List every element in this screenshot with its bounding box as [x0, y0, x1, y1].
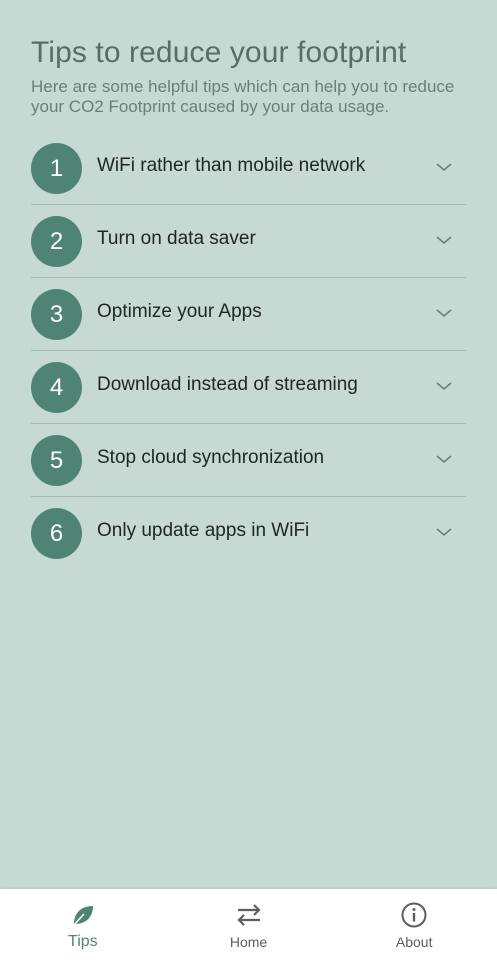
tip-label: Turn on data saver	[97, 228, 256, 249]
tip-item-6[interactable]: 6 Only update apps in WiFi	[31, 497, 466, 569]
tip-label: Only update apps in WiFi	[97, 520, 310, 541]
tip-number-badge: 3	[31, 289, 82, 340]
nav-item-home[interactable]: Home	[166, 889, 332, 960]
tip-item-5[interactable]: 5 Stop cloud synchronization	[31, 424, 466, 497]
chevron-down-icon[interactable]	[436, 454, 452, 464]
page-title: Tips to reduce your footprint	[31, 36, 407, 69]
main-content: Tips to reduce your footprint Here are s…	[0, 0, 497, 889]
chevron-down-icon[interactable]	[436, 308, 452, 318]
nav-item-about[interactable]: About	[331, 889, 497, 960]
swap-arrows-icon	[236, 904, 261, 926]
tip-item-2[interactable]: 2 Turn on data saver	[31, 205, 466, 278]
tip-label: Download instead of streaming	[97, 374, 358, 395]
tip-number-badge: 5	[31, 435, 82, 486]
tip-label: Stop cloud synchronization	[97, 447, 325, 468]
chevron-down-icon[interactable]	[436, 527, 452, 537]
tip-label: WiFi rather than mobile network	[97, 155, 366, 176]
tip-number-badge: 6	[31, 508, 82, 559]
chevron-down-icon[interactable]	[436, 381, 452, 391]
leaf-icon	[72, 906, 93, 927]
page-subtitle: Here are some helpful tips which can hel…	[31, 77, 455, 116]
chevron-down-icon[interactable]	[436, 162, 452, 172]
tip-number-badge: 4	[31, 362, 82, 413]
tip-item-3[interactable]: 3 Optimize your Apps	[31, 278, 466, 351]
tip-item-1[interactable]: 1 WiFi rather than mobile network	[31, 132, 466, 205]
tip-number-badge: 2	[31, 216, 82, 267]
nav-label: About	[395, 934, 433, 950]
info-icon	[401, 902, 427, 928]
bottom-navigation: Tips Home About	[0, 889, 497, 960]
nav-label: Tips	[68, 933, 98, 950]
tip-item-4[interactable]: 4 Download instead of streaming	[31, 351, 466, 424]
tip-number-badge: 1	[31, 143, 82, 194]
nav-item-tips[interactable]: Tips	[0, 889, 166, 960]
chevron-down-icon[interactable]	[436, 235, 452, 245]
nav-label: Home	[229, 934, 268, 950]
tips-list: 1 WiFi rather than mobile network 2 Turn…	[31, 132, 466, 569]
tip-label: Optimize your Apps	[97, 301, 262, 322]
